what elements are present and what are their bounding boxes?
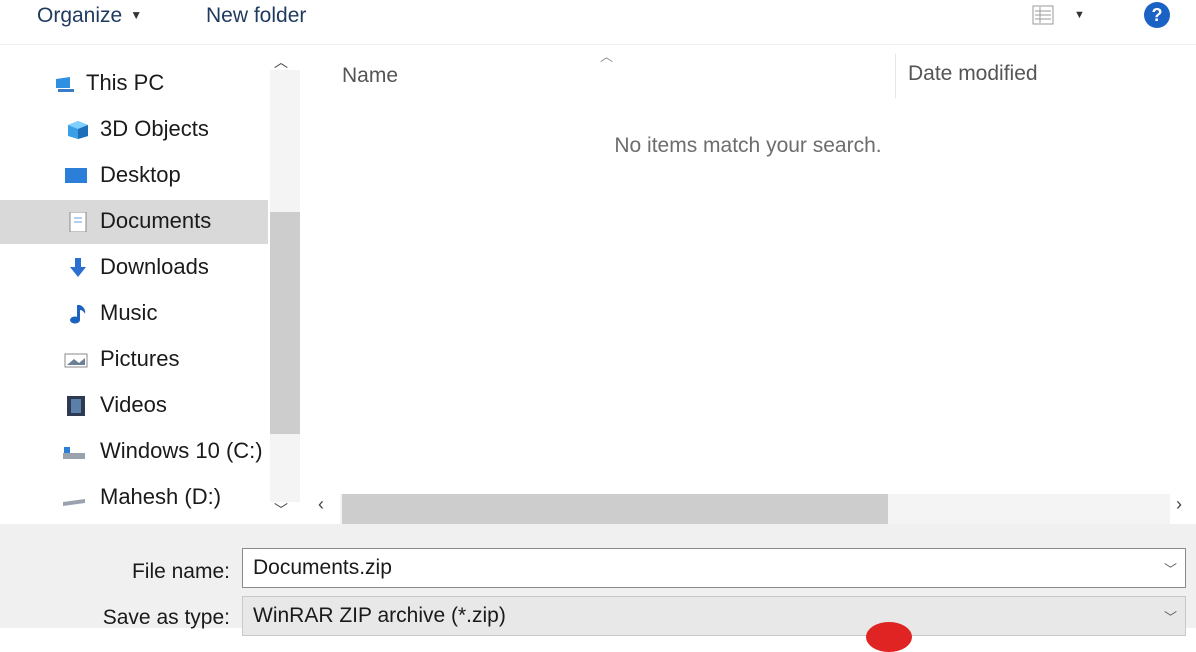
desktop-icon — [65, 168, 87, 183]
nav-scrollbar-thumb[interactable] — [270, 212, 300, 434]
nav-item-3d-objects[interactable]: 3D Objects — [0, 108, 268, 152]
cube-icon — [68, 121, 88, 139]
scroll-down-icon[interactable]: ﹀ — [274, 500, 288, 520]
save-as-type-label: Save as type: — [102, 606, 230, 629]
music-note-icon — [70, 305, 86, 324]
computer-icon — [56, 77, 74, 92]
save-options-footer: File name: Documents.zip ﹀ Save as type:… — [0, 524, 1196, 652]
new-folder-button[interactable]: New folder — [206, 4, 306, 28]
file-name-label: File name: — [131, 560, 230, 583]
help-icon[interactable]: ? — [1144, 2, 1170, 28]
save-as-type-select[interactable]: WinRAR ZIP archive (*.zip) ﹀ — [242, 596, 1186, 636]
nav-label: Downloads — [100, 254, 209, 279]
save-as-type-value: WinRAR ZIP archive (*.zip) — [253, 604, 506, 627]
sort-ascending-icon: ︿ — [600, 49, 614, 64]
nav-label: Windows 10 (C:) — [100, 438, 263, 463]
nav-item-documents[interactable]: Documents — [0, 200, 268, 244]
film-icon — [67, 396, 85, 416]
file-name-field[interactable]: Documents.zip ﹀ — [242, 548, 1186, 588]
nav-label: Mahesh (D:) — [100, 484, 222, 509]
column-header-name[interactable]: Name — [342, 64, 398, 88]
scroll-left-icon[interactable]: ‹ — [318, 494, 324, 515]
view-options-caret-icon[interactable]: ▼ — [1074, 9, 1085, 21]
column-divider[interactable] — [895, 54, 896, 98]
download-arrow-icon — [70, 258, 86, 277]
chevron-down-icon[interactable]: ﹀ — [1164, 607, 1177, 626]
nav-item-windows-c[interactable]: Windows 10 (C:) — [0, 430, 268, 474]
nav-item-downloads[interactable]: Downloads — [0, 246, 268, 290]
scroll-right-icon[interactable]: › — [1176, 494, 1182, 515]
empty-state-message: No items match your search. — [614, 134, 882, 157]
chevron-down-icon[interactable]: ﹀ — [1164, 559, 1177, 578]
drive-icon — [63, 447, 85, 459]
nav-item-music[interactable]: Music — [0, 292, 268, 336]
picture-icon — [64, 353, 88, 368]
drive-icon — [63, 499, 85, 506]
nav-item-videos[interactable]: Videos — [0, 384, 268, 428]
red-annotation-marker — [866, 622, 912, 652]
view-options-icon[interactable] — [1032, 4, 1054, 26]
nav-label: Documents — [100, 208, 212, 233]
toolbar: Organize ▼ New folder ▼ ? — [0, 0, 1196, 40]
organize-label: Organize — [37, 4, 123, 27]
nav-item-this-pc[interactable]: This PC — [0, 62, 268, 106]
toolbar-divider — [0, 44, 1196, 45]
nav-item-mahesh-d[interactable]: Mahesh (D:) — [0, 476, 268, 520]
nav-item-pictures[interactable]: Pictures — [0, 338, 268, 382]
nav-label: Videos — [100, 392, 167, 417]
nav-label: Music — [100, 300, 158, 325]
file-list-pane: ︿ Name Date modified No items match your… — [300, 46, 1196, 526]
nav-label: Desktop — [100, 162, 181, 187]
navigation-pane: ︿ ﹀ This PC 3D Objects Desktop Documents — [0, 46, 300, 526]
horizontal-scrollbar-thumb[interactable] — [342, 494, 888, 524]
organize-button[interactable]: Organize ▼ — [37, 4, 142, 28]
document-icon — [69, 212, 87, 232]
file-name-value: Documents.zip — [253, 556, 392, 579]
nav-label: 3D Objects — [100, 116, 209, 141]
column-header-date-modified[interactable]: Date modified — [908, 62, 1038, 86]
scroll-up-icon[interactable]: ︿ — [274, 52, 288, 72]
nav-label: Pictures — [100, 346, 180, 371]
nav-item-desktop[interactable]: Desktop — [0, 154, 268, 198]
caret-down-icon: ▼ — [130, 8, 143, 22]
nav-label: This PC — [86, 70, 165, 95]
